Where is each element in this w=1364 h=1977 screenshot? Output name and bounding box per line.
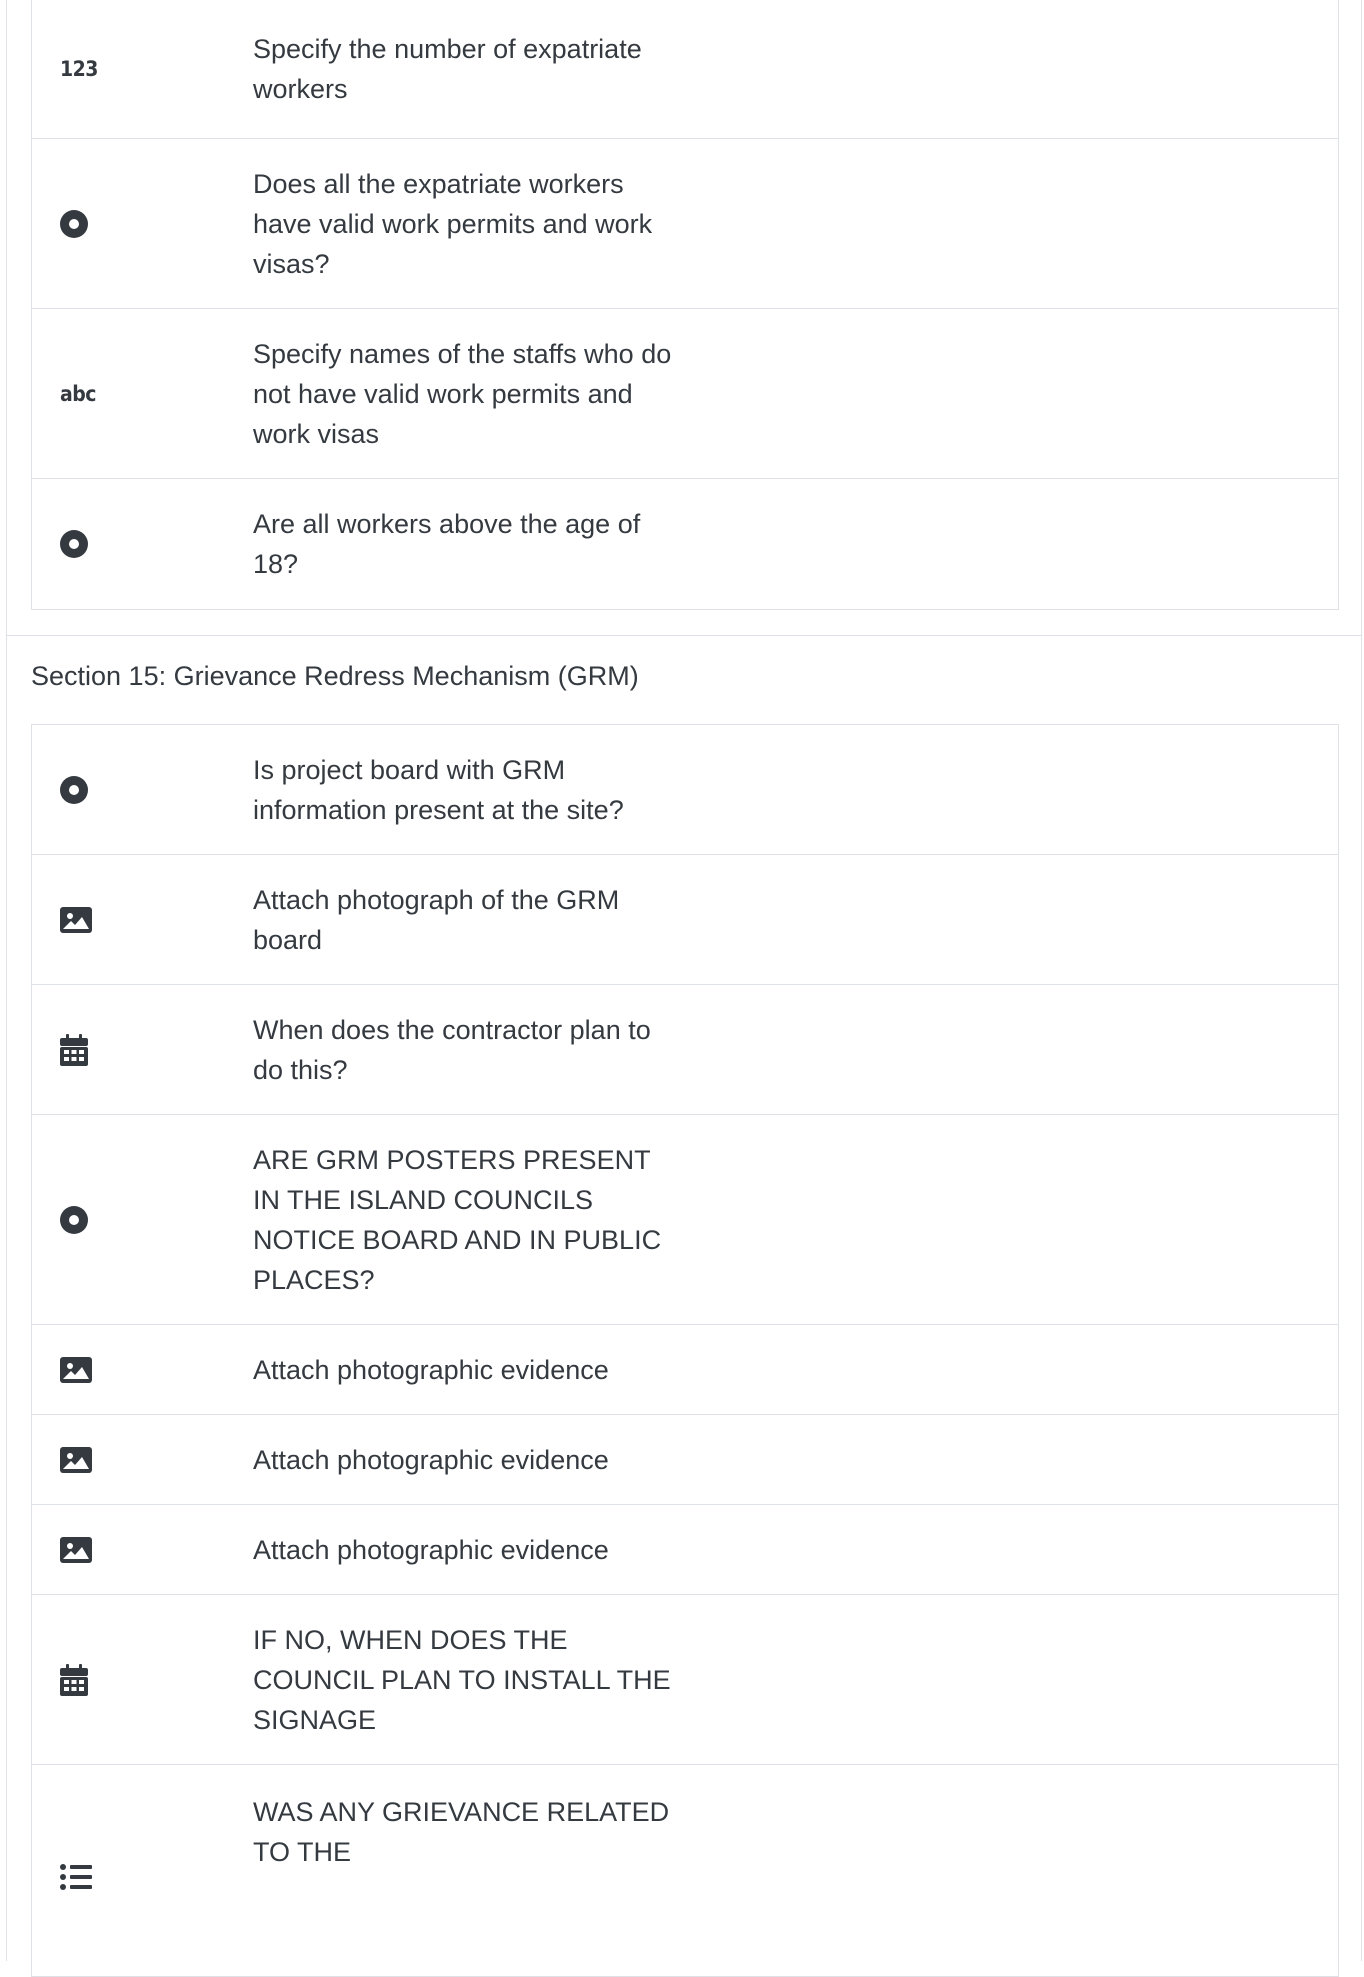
number-icon: 123 <box>60 57 98 81</box>
question-label: Is project board with GRM information pr… <box>253 754 624 825</box>
question-label: Does all the expatriate workers have val… <box>253 168 653 279</box>
question-label: Attach photograph of the GRM board <box>253 884 620 955</box>
question-label: Attach photographic evidence <box>253 1534 609 1565</box>
section-15-question-list: Is project board with GRM information pr… <box>31 724 1339 1977</box>
radio-icon <box>60 209 88 238</box>
question-label: IF NO, WHEN DOES THE COUNCIL PLAN TO INS… <box>253 1624 671 1735</box>
text-icon: abc <box>60 381 96 406</box>
radio-icon <box>60 775 88 804</box>
question-row[interactable]: Attach photographic evidence <box>32 1325 1338 1415</box>
question-label: When does the contractor plan to do this… <box>253 1014 651 1085</box>
question-row[interactable]: Are all workers above the age of 18? <box>32 479 1338 609</box>
question-row[interactable]: 123 Specify the number of expatriate wor… <box>32 0 1338 139</box>
image-icon <box>60 1536 92 1563</box>
section-14-question-list: 123 Specify the number of expatriate wor… <box>31 0 1339 610</box>
image-icon <box>60 1446 92 1473</box>
radio-icon <box>60 1205 88 1234</box>
list-icon <box>60 1863 92 1891</box>
question-label: Specify the number of expatriate workers <box>253 34 642 104</box>
question-row[interactable]: Attach photographic evidence <box>32 1415 1338 1505</box>
question-row[interactable]: When does the contractor plan to do this… <box>32 985 1338 1115</box>
question-label: Attach photographic evidence <box>253 1444 609 1475</box>
calendar-icon <box>60 1663 88 1696</box>
question-row[interactable]: WAS ANY GRIEVANCE RELATED TO THE <box>32 1765 1338 1976</box>
question-row[interactable]: abc Specify names of the staffs who do n… <box>32 309 1338 479</box>
question-label: WAS ANY GRIEVANCE RELATED TO THE <box>253 1797 670 1867</box>
image-icon <box>60 906 92 933</box>
question-row[interactable]: Attach photographic evidence <box>32 1505 1338 1595</box>
section-14-group: 123 Specify the number of expatriate wor… <box>7 0 1361 636</box>
radio-icon <box>60 530 88 558</box>
question-label: Attach photographic evidence <box>253 1354 609 1385</box>
question-row[interactable]: Is project board with GRM information pr… <box>32 725 1338 855</box>
question-label: ARE GRM POSTERS PRESENT IN THE ISLAND CO… <box>253 1144 662 1295</box>
question-label: Are all workers above the age of 18? <box>253 509 641 579</box>
question-row[interactable]: Does all the expatriate workers have val… <box>32 139 1338 309</box>
question-row[interactable]: Attach photograph of the GRM board <box>32 855 1338 985</box>
question-label: Specify names of the staffs who do not h… <box>253 338 672 449</box>
image-icon <box>60 1356 92 1383</box>
question-row[interactable]: ARE GRM POSTERS PRESENT IN THE ISLAND CO… <box>32 1115 1338 1325</box>
form-preview-panel: 123 Specify the number of expatriate wor… <box>6 0 1362 1977</box>
calendar-icon <box>60 1033 88 1066</box>
question-row[interactable]: IF NO, WHEN DOES THE COUNCIL PLAN TO INS… <box>32 1595 1338 1765</box>
section-title: Section 15: Grievance Redress Mechanism … <box>31 661 639 691</box>
